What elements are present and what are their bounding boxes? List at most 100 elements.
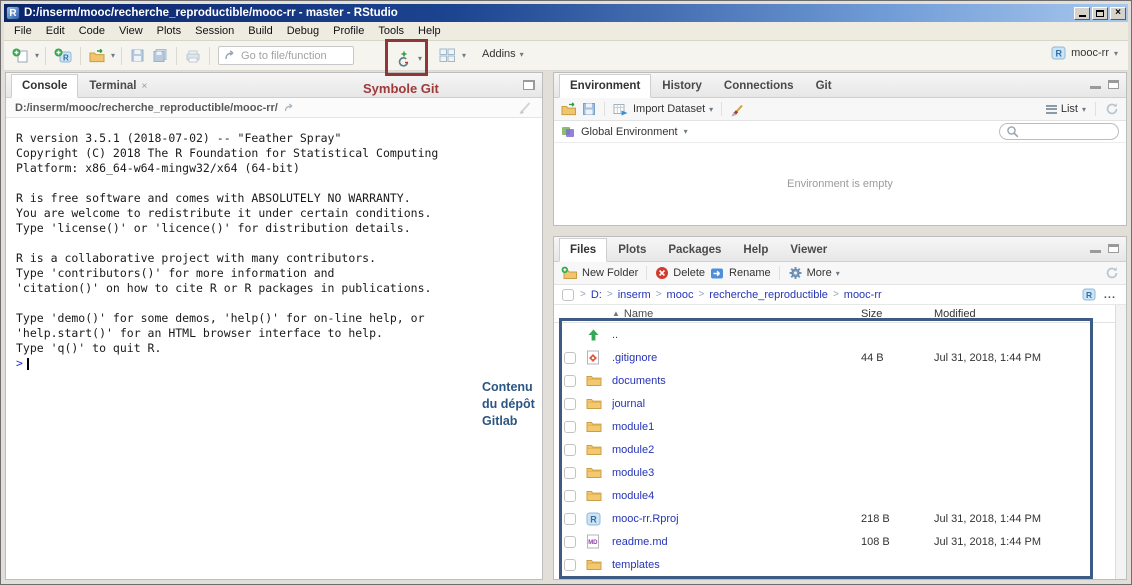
file-link[interactable]: templates bbox=[612, 559, 660, 571]
new-folder-button[interactable]: New Folder bbox=[561, 266, 638, 280]
environment-maximize-icon[interactable] bbox=[1108, 80, 1119, 89]
file-link[interactable]: .. bbox=[612, 329, 618, 341]
git-dropdown[interactable]: ▾ bbox=[418, 54, 422, 63]
file-checkbox[interactable] bbox=[564, 352, 576, 364]
menu-item-profile[interactable]: Profile bbox=[326, 23, 371, 39]
menu-item-help[interactable]: Help bbox=[411, 23, 448, 39]
project-selector[interactable]: R mooc-rr ▾ bbox=[1051, 46, 1118, 60]
file-checkbox[interactable] bbox=[564, 490, 576, 502]
menu-item-tools[interactable]: Tools bbox=[371, 23, 411, 39]
environment-minimize-icon[interactable] bbox=[1090, 80, 1101, 89]
rename-file-button[interactable]: Rename bbox=[710, 267, 771, 280]
breadcrumb-link[interactable]: mooc-rr bbox=[844, 289, 882, 301]
panes-dropdown[interactable]: ▾ bbox=[462, 51, 466, 60]
clear-environment-broom-button[interactable] bbox=[730, 102, 745, 117]
minimize-window-button[interactable] bbox=[1074, 7, 1090, 20]
open-file-button[interactable] bbox=[87, 46, 108, 65]
menu-item-plots[interactable]: Plots bbox=[150, 23, 188, 39]
console-maximize-icon[interactable] bbox=[523, 80, 535, 90]
open-recent-dropdown[interactable]: ▾ bbox=[111, 51, 115, 60]
files-pane: Files Plots Packages Help Viewer bbox=[553, 236, 1127, 580]
maximize-window-button[interactable] bbox=[1092, 7, 1108, 20]
environment-search-input[interactable] bbox=[999, 123, 1119, 140]
console-output-area[interactable]: R version 3.5.1 (2018-07-02) -- "Feather… bbox=[6, 118, 542, 579]
working-directory-path: D:/inserm/mooc/recherche_reproductible/m… bbox=[15, 102, 278, 114]
file-checkbox[interactable] bbox=[564, 398, 576, 410]
tab-console[interactable]: Console bbox=[11, 74, 78, 98]
file-checkbox[interactable] bbox=[564, 559, 576, 571]
column-header-size[interactable]: Size bbox=[861, 308, 934, 320]
save-workspace-button[interactable] bbox=[582, 102, 596, 116]
goto-directory-icon[interactable] bbox=[284, 103, 296, 113]
breadcrumb-link[interactable]: mooc bbox=[667, 289, 694, 301]
tab-packages[interactable]: Packages bbox=[657, 238, 732, 262]
file-checkbox[interactable] bbox=[564, 444, 576, 456]
menu-item-code[interactable]: Code bbox=[72, 23, 112, 39]
git-button[interactable] bbox=[394, 48, 414, 69]
save-all-button[interactable] bbox=[150, 46, 170, 65]
file-link[interactable]: mooc-rr.Rproj bbox=[612, 513, 679, 525]
tab-close-icon[interactable]: × bbox=[141, 81, 147, 92]
file-checkbox[interactable] bbox=[564, 375, 576, 387]
file-link[interactable]: module4 bbox=[612, 490, 654, 502]
menu-item-file[interactable]: File bbox=[7, 23, 39, 39]
print-button[interactable] bbox=[183, 47, 203, 65]
environment-search-field[interactable] bbox=[1023, 126, 1103, 137]
breadcrumb-link[interactable]: recherche_reproductible bbox=[709, 289, 828, 301]
file-checkbox[interactable] bbox=[564, 536, 576, 548]
load-workspace-button[interactable] bbox=[561, 102, 577, 116]
addins-button[interactable]: Addins ▾ bbox=[482, 48, 524, 60]
tab-help[interactable]: Help bbox=[732, 238, 779, 262]
files-minimize-icon[interactable] bbox=[1090, 244, 1101, 253]
more-file-actions-button[interactable]: More ▾ bbox=[788, 266, 840, 280]
file-checkbox[interactable] bbox=[564, 421, 576, 433]
import-dataset-button[interactable]: Import Dataset ▾ bbox=[613, 103, 713, 116]
tab-history[interactable]: History bbox=[651, 74, 713, 98]
file-checkbox[interactable] bbox=[564, 467, 576, 479]
file-checkbox[interactable] bbox=[564, 513, 576, 525]
file-link[interactable]: documents bbox=[612, 375, 666, 387]
file-link[interactable]: module1 bbox=[612, 421, 654, 433]
scope-dropdown-icon[interactable]: ▾ bbox=[684, 127, 688, 136]
sort-ascending-icon[interactable]: ▲ bbox=[612, 309, 620, 318]
delete-file-button[interactable]: Delete bbox=[655, 266, 705, 280]
tab-environment[interactable]: Environment bbox=[559, 74, 651, 98]
files-maximize-icon[interactable] bbox=[1108, 244, 1119, 253]
tab-git[interactable]: Git bbox=[805, 74, 843, 98]
file-link[interactable]: .gitignore bbox=[612, 352, 657, 364]
panes-layout-button[interactable] bbox=[437, 46, 458, 65]
path-ellipsis-button[interactable]: ... bbox=[1102, 289, 1118, 301]
menu-item-session[interactable]: Session bbox=[188, 23, 241, 39]
files-scrollbar[interactable] bbox=[1115, 305, 1126, 579]
column-header-name[interactable]: Name bbox=[624, 308, 653, 320]
clear-console-broom-icon[interactable] bbox=[518, 100, 533, 115]
environment-scope-selector[interactable]: Global Environment bbox=[581, 126, 678, 138]
refresh-icon[interactable] bbox=[1105, 102, 1119, 116]
new-file-button[interactable] bbox=[10, 46, 32, 66]
menu-item-view[interactable]: View bbox=[112, 23, 150, 39]
breadcrumb-link[interactable]: inserm bbox=[618, 289, 651, 301]
close-window-button[interactable]: × bbox=[1110, 7, 1126, 20]
env-display-list-button[interactable]: List ▾ bbox=[1046, 103, 1086, 115]
file-link[interactable]: journal bbox=[612, 398, 645, 410]
file-link[interactable]: readme.md bbox=[612, 536, 668, 548]
file-link[interactable]: module3 bbox=[612, 467, 654, 479]
save-button[interactable] bbox=[128, 46, 147, 65]
column-header-modified[interactable]: Modified bbox=[934, 308, 1114, 320]
tab-files[interactable]: Files bbox=[559, 238, 607, 262]
breadcrumb-link[interactable]: D: bbox=[591, 289, 602, 301]
select-all-checkbox[interactable] bbox=[562, 289, 574, 301]
goto-file-function-input[interactable]: Go to file/function bbox=[218, 46, 354, 65]
menu-item-debug[interactable]: Debug bbox=[280, 23, 326, 39]
tab-plots[interactable]: Plots bbox=[607, 238, 657, 262]
menu-item-build[interactable]: Build bbox=[241, 23, 279, 39]
refresh-icon[interactable] bbox=[1105, 266, 1119, 280]
new-project-button[interactable]: R bbox=[52, 46, 74, 66]
new-file-dropdown[interactable]: ▾ bbox=[35, 51, 39, 60]
tab-terminal[interactable]: Terminal× bbox=[78, 74, 158, 98]
menu-item-edit[interactable]: Edit bbox=[39, 23, 72, 39]
file-link[interactable]: module2 bbox=[612, 444, 654, 456]
rproject-home-icon[interactable]: R bbox=[1082, 288, 1096, 301]
tab-connections[interactable]: Connections bbox=[713, 74, 805, 98]
tab-viewer[interactable]: Viewer bbox=[779, 238, 838, 262]
